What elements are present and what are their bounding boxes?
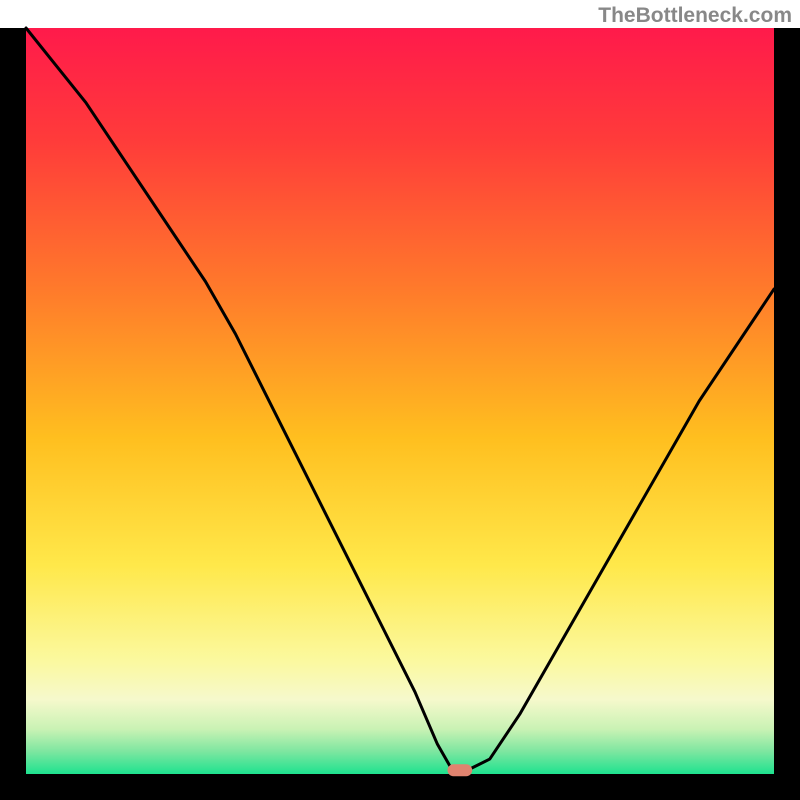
chart-canvas [0, 0, 800, 800]
frame-bottom [0, 774, 800, 800]
frame-right [774, 28, 800, 800]
optimal-marker [447, 764, 472, 776]
watermark-text: TheBottleneck.com [598, 4, 792, 28]
bottleneck-chart: TheBottleneck.com [0, 0, 800, 800]
frame-left [0, 28, 26, 800]
